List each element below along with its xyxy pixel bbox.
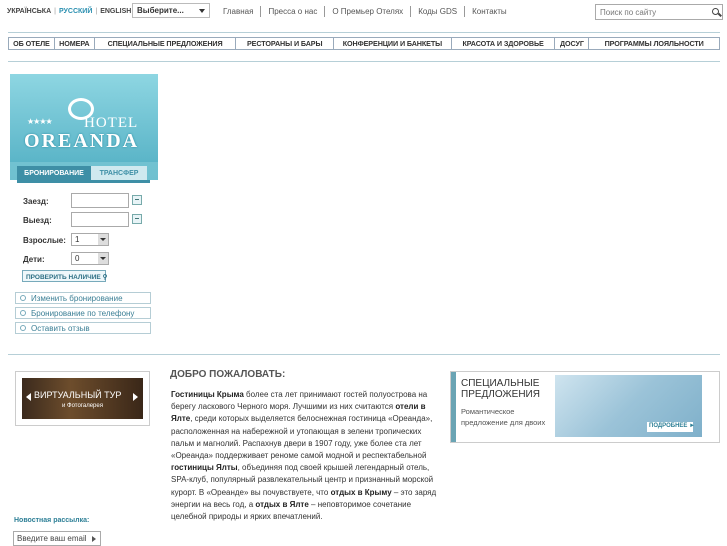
language-select[interactable]: Выберите... <box>132 3 210 18</box>
children-label: Дети: <box>23 255 45 264</box>
virtual-tour-banner[interactable]: ВИРТУАЛЬНЫЙ ТУР и Фотогалерея <box>15 371 150 426</box>
header-divider <box>8 32 720 33</box>
more-button[interactable]: ПОДРОБНЕЕ ► <box>647 422 695 432</box>
chevron-down-icon <box>98 234 108 245</box>
check-availability-button[interactable]: ПРОВЕРИТЬ НАЛИЧИЕ ⚲ <box>22 270 108 282</box>
welcome-text: Гостиницы Крыма более ста лет принимают … <box>171 390 437 522</box>
newsletter-label: Новостная рассылка: <box>14 517 90 524</box>
comment-icon <box>20 325 26 331</box>
main-nav-special-offers[interactable]: СПЕЦИАЛЬНЫЕ ПРЕДЛОЖЕНИЯ <box>95 38 237 49</box>
checkout-date-field[interactable] <box>71 212 129 227</box>
email-placeholder: Введите ваш email <box>17 534 87 543</box>
virtual-tour-title: ВИРТУАЛЬНЫЙ ТУР <box>34 390 122 400</box>
logo-stars: ★★★★ <box>27 117 53 126</box>
accent-bar <box>451 372 456 442</box>
chevron-down-icon <box>199 9 205 13</box>
arrow-right-icon[interactable] <box>133 393 138 401</box>
children-select[interactable]: 0 <box>71 252 109 265</box>
checkin-date-field[interactable] <box>71 193 129 208</box>
check-availability-label: ПРОВЕРИТЬ НАЛИЧИЕ <box>26 274 101 281</box>
checkout-label: Выезд: <box>23 216 52 225</box>
top-nav-premier-hotels[interactable]: О Премьер Отелях <box>325 7 410 16</box>
refresh-icon <box>20 295 26 301</box>
nav-divider <box>8 61 720 62</box>
main-nav-conferences[interactable]: КОНФЕРЕНЦИИ И БАНКЕТЫ <box>334 38 452 49</box>
booking-tabs: БРОНИРОВАНИЕ ТРАНСФЕР <box>17 166 147 180</box>
top-nav-press[interactable]: Пресса о нас <box>261 7 324 16</box>
tab-booking[interactable]: БРОНИРОВАНИЕ <box>17 166 91 180</box>
newsletter-email-input[interactable]: Введите ваш email <box>13 531 101 546</box>
welcome-title: ДОБРО ПОЖАЛОВАТЬ: <box>170 369 286 380</box>
special-offers-description: Романтическое предложение для двоих <box>461 407 546 427</box>
special-offers-banner[interactable]: СПЕЦИАЛЬНЫЕ ПРЕДЛОЖЕНИЯ Романтическое пр… <box>450 371 720 443</box>
main-nav-rooms[interactable]: НОМЕРА <box>55 38 95 49</box>
phone-booking-label: Бронирование по телефону <box>31 309 135 318</box>
hotel-logo[interactable]: ★★★★ HOTEL OREANDA <box>10 74 158 162</box>
adults-select[interactable]: 1 <box>71 233 109 246</box>
special-offers-title: СПЕЦИАЛЬНЫЕ ПРЕДЛОЖЕНИЯ <box>461 378 540 400</box>
checkin-label: Заезд: <box>23 197 49 206</box>
top-nav-contacts[interactable]: Контакты <box>465 7 514 16</box>
search-placeholder: Поиск по сайту <box>600 8 657 17</box>
top-nav-home[interactable]: Главная <box>216 7 260 16</box>
main-nav-loyalty[interactable]: ПРОГРАММЫ ЛОЯЛЬНОСТИ <box>589 38 719 49</box>
virtual-tour-image: ВИРТУАЛЬНЫЙ ТУР и Фотогалерея <box>22 378 143 419</box>
change-booking-link[interactable]: Изменить бронирование <box>15 292 151 304</box>
children-value: 0 <box>75 254 80 263</box>
calendar-icon[interactable] <box>132 214 142 224</box>
lang-ukrainian[interactable]: УКРАЇНСЬКА <box>7 8 51 15</box>
lang-english[interactable]: ENGLISH <box>100 8 131 15</box>
search-icon: ⚲ <box>102 274 108 281</box>
search-input[interactable]: Поиск по сайту <box>595 4 723 20</box>
main-nav: ОБ ОТЕЛЕ НОМЕРА СПЕЦИАЛЬНЫЕ ПРЕДЛОЖЕНИЯ … <box>8 37 720 50</box>
special-offers-title-line1: СПЕЦИАЛЬНЫЕ <box>461 378 540 389</box>
logo-hotel-name: OREANDA <box>24 130 140 152</box>
adults-value: 1 <box>75 235 80 244</box>
top-nav-gds-codes[interactable]: Коды GDS <box>411 7 464 16</box>
virtual-tour-subtitle: и Фотогалерея <box>62 403 103 409</box>
phone-icon <box>20 310 26 316</box>
main-nav-beauty-health[interactable]: КРАСОТА И ЗДОРОВЬЕ <box>452 38 556 49</box>
submit-arrow-icon[interactable] <box>92 536 96 542</box>
main-nav-restaurants[interactable]: РЕСТОРАНЫ И БАРЫ <box>236 38 335 49</box>
arrow-left-icon[interactable] <box>26 393 31 401</box>
special-offers-title-line2: ПРЕДЛОЖЕНИЯ <box>461 389 540 400</box>
top-nav: Главная Пресса о нас О Премьер Отелях Ко… <box>216 4 514 19</box>
content-divider <box>8 354 720 355</box>
main-nav-about[interactable]: ОБ ОТЕЛЕ <box>9 38 55 49</box>
search-icon[interactable] <box>712 8 719 15</box>
calendar-icon[interactable] <box>132 195 142 205</box>
main-nav-leisure[interactable]: ДОСУГ <box>555 38 590 49</box>
chevron-down-icon <box>98 253 108 264</box>
adults-label: Взрослые: <box>23 236 66 245</box>
tab-transfer[interactable]: ТРАНСФЕР <box>91 166 147 180</box>
phone-booking-link[interactable]: Бронирование по телефону <box>15 307 151 319</box>
leave-review-link[interactable]: Оставить отзыв <box>15 322 151 334</box>
language-select-value: Выберите... <box>137 6 184 15</box>
lang-russian[interactable]: РУССКИЙ <box>59 8 92 15</box>
leave-review-label: Оставить отзыв <box>31 324 90 333</box>
change-booking-label: Изменить бронирование <box>31 294 123 303</box>
